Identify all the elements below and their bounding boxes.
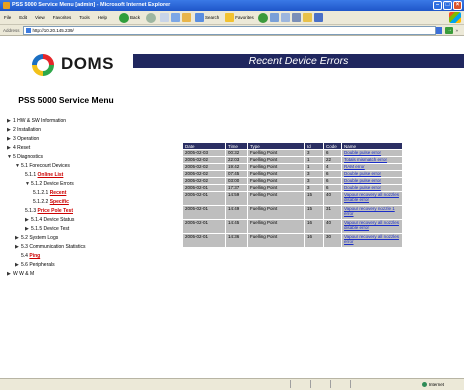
col-name: Name xyxy=(342,143,402,149)
globe-icon xyxy=(421,382,427,387)
star-icon xyxy=(225,13,235,22)
table-row: 2005-02-01 17:37 Fuelling Point 3 6 Double pu… xyxy=(183,185,402,191)
address-bar: Address http://10.20.145.239/ → » xyxy=(0,25,464,36)
sidebar-item-wwm[interactable]: ▶ W W & M xyxy=(7,271,34,278)
sidebar-item-comm-stats[interactable]: ▶ 5.3 Communication Statistics xyxy=(15,244,85,251)
forward-arrow-icon xyxy=(146,12,157,23)
media-icon[interactable] xyxy=(257,12,268,23)
sidebar-item-peripherals[interactable]: ▶ 5.6 Peripherals xyxy=(15,262,55,269)
error-name-link[interactable]: Vapour recovery nozzle 1 error xyxy=(344,206,395,216)
doms-logo: DOMS xyxy=(28,49,124,83)
address-dropdown-icon[interactable] xyxy=(436,26,443,34)
main-panel: Recent Device Errors Date Time Type Id C… xyxy=(133,36,464,378)
table-row: 2005-02-01 14:49 Fuelling Point 15 31 Vapour … xyxy=(183,206,402,219)
go-button[interactable]: → xyxy=(445,26,454,34)
forward-button[interactable] xyxy=(144,12,158,23)
menu-edit[interactable]: Edit xyxy=(15,15,31,20)
col-type: Type xyxy=(248,143,304,149)
error-name-link[interactable]: Vapour recovery all nozzles disable erro… xyxy=(344,192,399,202)
col-date: Date xyxy=(183,143,225,149)
close-button[interactable]: × xyxy=(453,1,462,10)
search-button[interactable]: Search xyxy=(193,13,221,22)
error-name-link[interactable]: Vapour recovery all nozzles error xyxy=(344,234,399,244)
mail-icon[interactable] xyxy=(280,13,290,22)
sidebar-item-recent[interactable]: 5.1.2.1 Recent xyxy=(33,190,66,197)
sidebar-item-operation[interactable]: ▶ 3 Operation xyxy=(7,136,39,143)
errors-table: Date Time Type Id Code Name 2005-02-03 00… xyxy=(182,142,403,248)
table-row: 2005-02-01 14:59 Fuelling Point 15 40 Vapour … xyxy=(183,192,402,205)
address-url: http://10.20.145.239/ xyxy=(32,27,74,33)
table-row: 2005-02-02 07:45 Fuelling Point 3 6 Double pu… xyxy=(183,171,402,177)
sidebar-item-device-status[interactable]: ▶ 5.1.4 Device Status xyxy=(25,217,74,224)
table-row: 2005-02-02 22:03 Fuelling Point 1 22 Totals m… xyxy=(183,157,402,163)
menu-favorites[interactable]: Favorites xyxy=(49,15,76,20)
table-header-row: Date Time Type Id Code Name xyxy=(183,143,402,149)
refresh-icon[interactable] xyxy=(171,13,181,22)
sidebar: DOMS PSS 5000 Service Menu ▶ 1 HW & SW In… xyxy=(0,36,132,378)
zone-label: Internet xyxy=(428,382,444,387)
sidebar-item-installation[interactable]: ▶ 2 Installation xyxy=(7,127,41,134)
sidebar-item-ping[interactable]: 5.4 Ping xyxy=(21,253,40,260)
favorites-button[interactable]: Favorites xyxy=(223,13,256,22)
back-button[interactable]: Back xyxy=(117,12,142,23)
sidebar-item-device-errors[interactable]: ▼5.1.2 Device Errors xyxy=(25,181,74,188)
minimize-button[interactable]: – xyxy=(433,1,442,10)
table-row: 2005-02-01 14:45 Fuelling Point 16 40 Vapour … xyxy=(183,220,402,233)
sidebar-item-hw-sw[interactable]: ▶ 1 HW & SW Information xyxy=(7,118,66,125)
menu-tools[interactable]: Tools xyxy=(75,15,94,20)
sidebar-item-specific[interactable]: 5.1.2.2 Specific xyxy=(33,199,69,206)
address-label: Address xyxy=(3,27,20,33)
status-zone: Internet xyxy=(421,380,444,389)
error-name-link[interactable]: Double pulse error xyxy=(344,150,381,155)
sidebar-item-price-pole[interactable]: 5.1.3 Price Pole Test xyxy=(25,208,73,215)
address-input[interactable]: http://10.20.145.239/ xyxy=(22,25,437,35)
menu-bar: File Edit View Favorites Tools Help Back… xyxy=(0,11,464,25)
sidebar-item-system-logs[interactable]: ▶ 5.2 System Logs xyxy=(15,235,58,242)
error-name-link[interactable]: Totals mismatch error xyxy=(344,157,387,162)
table-row: 2005-02-03 00:32 Fuelling Point 3 6 Double pu… xyxy=(183,150,402,156)
col-code: Code xyxy=(324,143,341,149)
history-icon[interactable] xyxy=(269,13,279,22)
menu-help[interactable]: Help xyxy=(94,15,111,20)
menu-file[interactable]: File xyxy=(0,15,15,20)
doms-logo-icon xyxy=(32,54,54,76)
table-row: 2005-02-02 19:42 Fuelling Point 1 4 RAM error xyxy=(183,164,402,170)
error-name-link[interactable]: Double pulse error xyxy=(344,185,381,190)
windows-logo xyxy=(449,12,461,23)
sidebar-item-forecourt[interactable]: ▼5.1 Forecourt Devices xyxy=(15,163,70,170)
sidebar-item-diagnostics[interactable]: ▼5 Diagnostics xyxy=(7,154,43,161)
error-name-link[interactable]: Double pulse error xyxy=(344,171,381,176)
error-name-link[interactable]: Double pulse error xyxy=(344,178,381,183)
window-title: PSS 5000 Service Menu [admin] - Microsof… xyxy=(12,2,171,8)
messenger-icon[interactable] xyxy=(313,13,323,22)
error-name-link[interactable]: RAM error xyxy=(344,164,365,169)
sidebar-item-device-test[interactable]: ▶ 5.1.5 Device Test xyxy=(25,226,69,233)
search-icon xyxy=(195,13,205,22)
maximize-button[interactable]: □ xyxy=(443,1,452,10)
page-icon xyxy=(25,27,31,33)
ie-icon xyxy=(3,2,10,9)
col-time: Time xyxy=(226,143,247,149)
stop-icon[interactable] xyxy=(160,13,170,22)
menu-view[interactable]: View xyxy=(31,15,49,20)
status-bar: Internet xyxy=(0,378,464,390)
errors-table-body: 2005-02-03 00:32 Fuelling Point 3 6 Double pu… xyxy=(183,150,402,247)
title-bar: PSS 5000 Service Menu [admin] - Microsof… xyxy=(0,0,464,11)
error-name-link[interactable]: Vapour recovery all nozzles disable erro… xyxy=(344,220,399,230)
print-icon[interactable] xyxy=(291,13,301,22)
back-arrow-icon xyxy=(119,12,130,23)
table-row: 2005-02-02 03:00 Fuelling Point 3 6 Double pu… xyxy=(183,178,402,184)
toolbar: Back Search Favorites xyxy=(117,12,323,23)
folder-icon[interactable] xyxy=(302,13,312,22)
sidebar-item-online-list[interactable]: 5.1.1 Online List xyxy=(25,172,63,179)
logo-text: DOMS xyxy=(61,54,114,73)
main-header: Recent Device Errors xyxy=(133,54,464,68)
col-id: Id xyxy=(305,143,323,149)
table-row: 2005-02-01 14:36 Fuelling Point 16 30 Vapour … xyxy=(183,234,402,247)
go-arrows-icon[interactable]: » xyxy=(455,28,458,33)
sidebar-item-reset[interactable]: ▶ 4 Reset xyxy=(7,145,30,152)
page-content: DOMS PSS 5000 Service Menu ▶ 1 HW & SW In… xyxy=(0,36,464,378)
page-title: PSS 5000 Service Menu xyxy=(18,95,114,105)
home-icon[interactable] xyxy=(182,13,192,22)
